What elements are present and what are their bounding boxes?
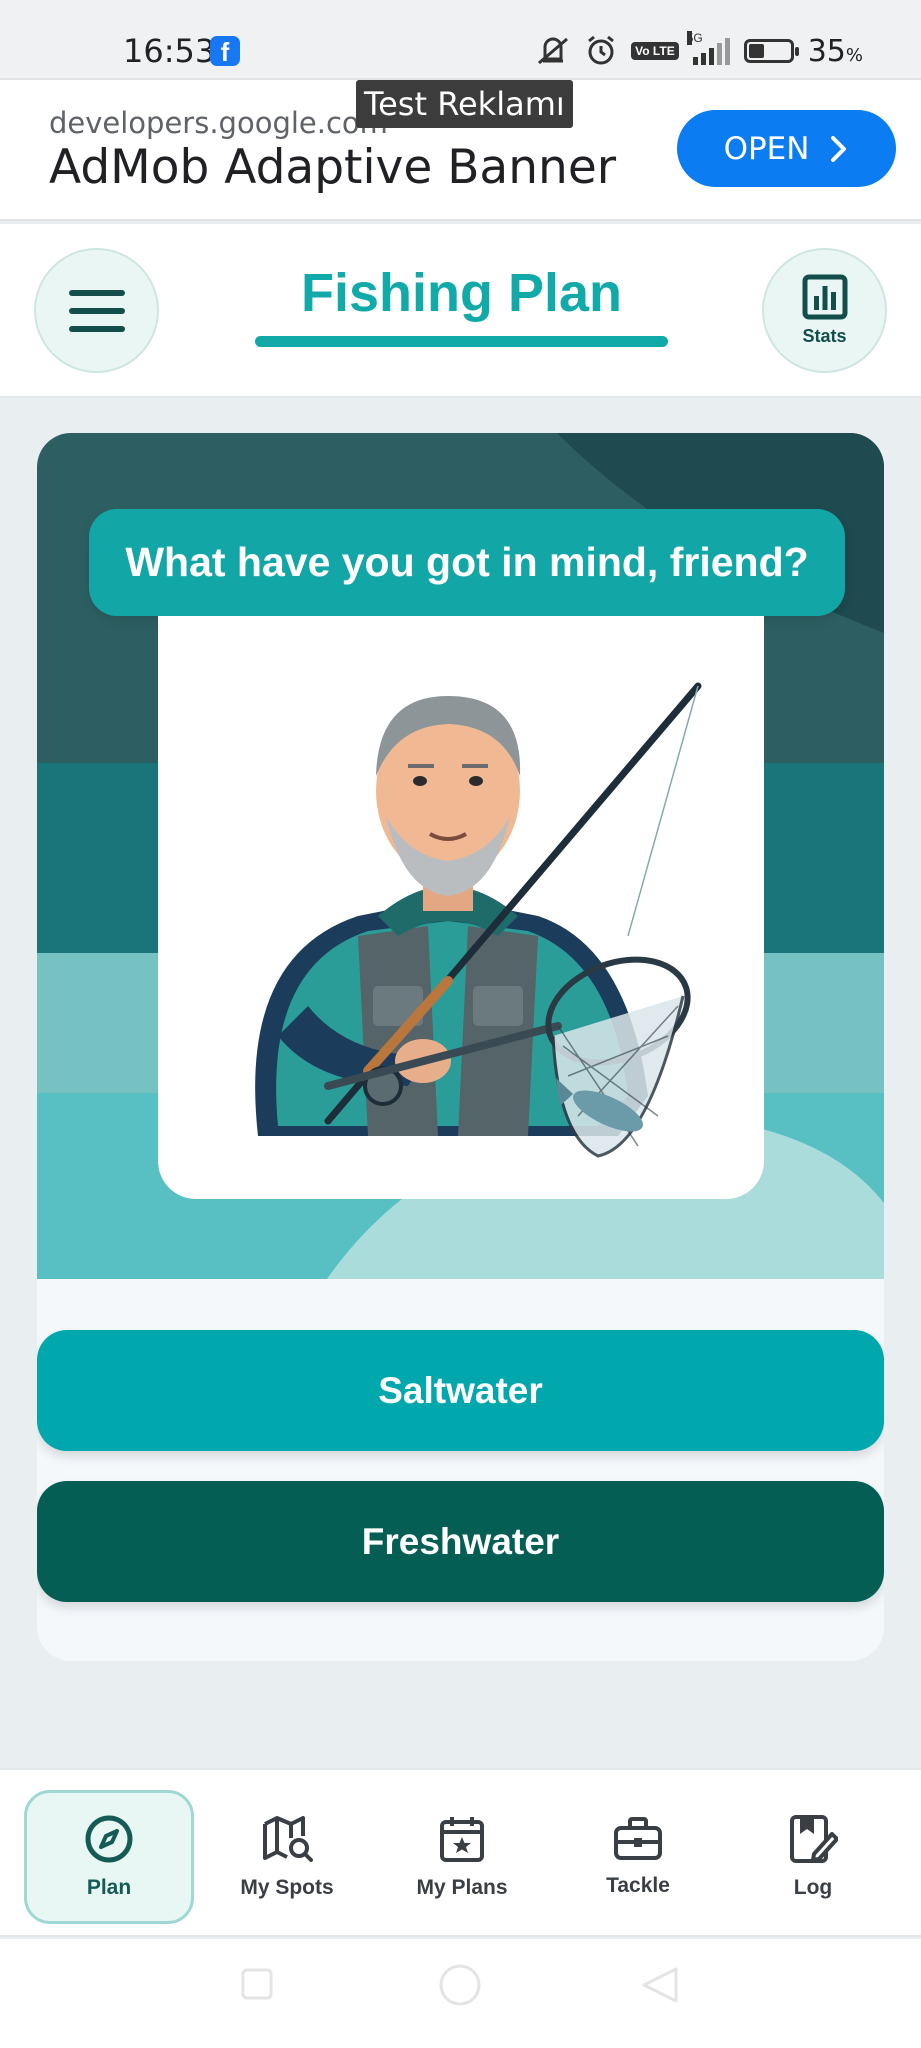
status-bar: 16:53 f Vo LTE 5G 35%: [0, 0, 921, 78]
battery-percent-unit: %: [845, 44, 863, 66]
recents-icon[interactable]: [240, 1967, 274, 2001]
battery-percent-value: 35: [807, 33, 846, 69]
title-underline: [255, 336, 668, 347]
nav-label-plan: Plan: [86, 1876, 132, 1899]
home-icon[interactable]: [438, 1963, 482, 2007]
bottom-nav: Plan My Spots My Plans Tackle Log: [0, 1768, 921, 1937]
back-icon[interactable]: [640, 1965, 680, 2005]
nav-item-my-spots[interactable]: My Spots: [202, 1790, 372, 1924]
question-banner: What have you got in mind, friend?: [89, 509, 845, 616]
network-type: 5G: [686, 31, 703, 45]
fisherman-illustration: [158, 616, 764, 1199]
battery-percent: 35%: [808, 34, 863, 69]
ad-banner[interactable]: developers.google.com AdMob Adaptive Ban…: [0, 78, 921, 221]
stats-label: Stats: [802, 326, 847, 346]
hamburger-icon: [68, 289, 125, 332]
stats-button[interactable]: Stats: [762, 248, 887, 373]
bar-chart-icon: [802, 274, 847, 320]
freshwater-button[interactable]: Freshwater: [37, 1481, 884, 1602]
nav-item-tackle[interactable]: Tackle: [553, 1790, 723, 1924]
fisherman-image: [255, 682, 702, 1158]
ad-open-button[interactable]: OPEN: [677, 110, 896, 187]
saltwater-button[interactable]: Saltwater: [37, 1330, 884, 1451]
system-nav-bar: [0, 1939, 921, 2048]
nav-label-my-spots: My Spots: [240, 1876, 334, 1899]
page-title-wrap: Fishing Plan: [255, 262, 668, 347]
nav-item-plan[interactable]: Plan: [24, 1790, 194, 1924]
ad-open-label: OPEN: [723, 130, 810, 167]
volte-icon: Vo LTE: [631, 42, 679, 60]
signal-icon: 5G: [686, 31, 730, 65]
page-title: Fishing Plan: [300, 263, 623, 323]
log-edit-icon: [790, 1815, 838, 1863]
ad-title: AdMob Adaptive Banner: [49, 140, 617, 195]
app-header: Fishing Plan Stats: [0, 224, 921, 398]
map-search-icon: [263, 1816, 313, 1862]
toolbox-icon: [614, 1817, 662, 1860]
nav-item-my-plans[interactable]: My Plans: [377, 1790, 547, 1924]
ad-test-label: Test Reklamı: [356, 80, 573, 128]
nav-item-log[interactable]: Log: [728, 1790, 898, 1924]
nav-label-my-plans: My Plans: [416, 1876, 508, 1899]
facebook-icon: f: [210, 36, 240, 67]
compass-icon: [85, 1815, 133, 1863]
plan-card: What have you got in mind, friend? Saltw…: [37, 433, 884, 1661]
battery-level: [748, 44, 764, 58]
ad-domain: developers.google.com: [49, 106, 388, 140]
vibrate-mute-icon: [538, 37, 569, 65]
nav-label-log: Log: [793, 1876, 833, 1899]
chevron-right-icon: [831, 135, 847, 162]
nav-label-tackle: Tackle: [606, 1874, 670, 1897]
alarm-icon: [588, 35, 615, 65]
menu-button[interactable]: [34, 248, 159, 373]
status-time: 16:53: [123, 32, 216, 70]
calendar-star-icon: [440, 1817, 484, 1862]
battery-icon: [743, 39, 799, 63]
status-icons: Vo LTE 5G 35%: [535, 31, 863, 69]
